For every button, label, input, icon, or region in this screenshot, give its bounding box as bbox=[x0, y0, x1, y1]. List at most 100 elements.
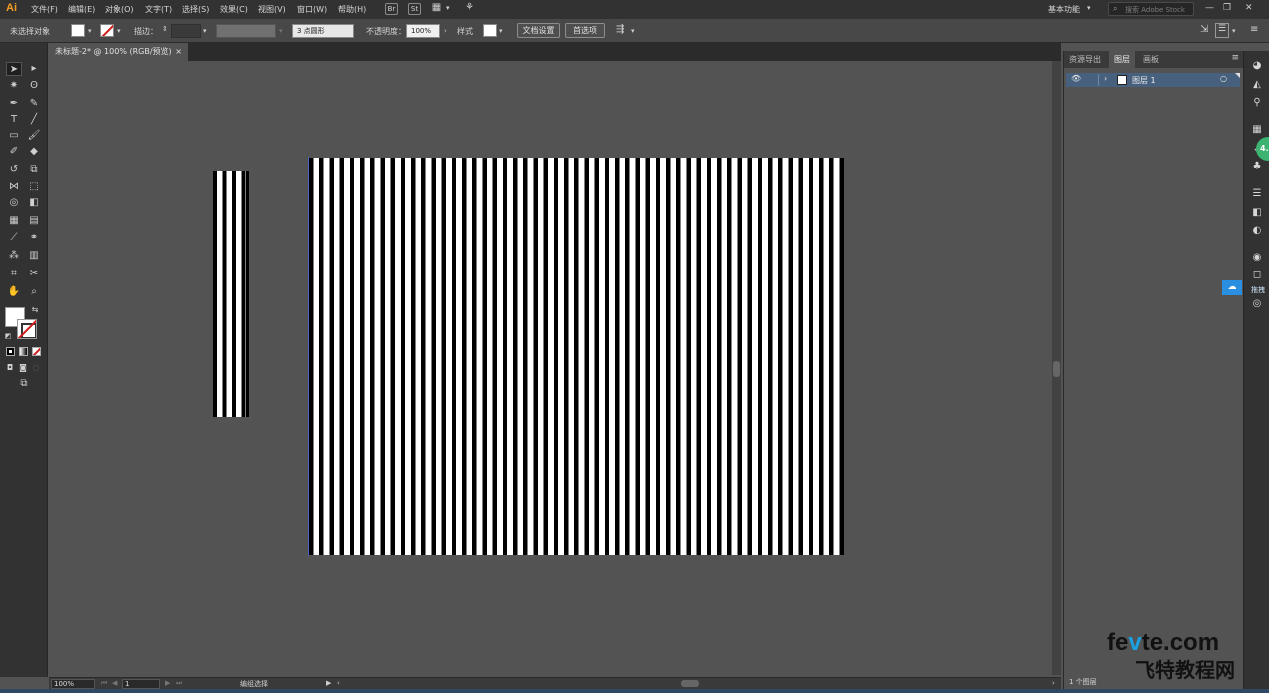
close-icon[interactable]: ✕ bbox=[1245, 3, 1253, 13]
slice-tool-icon[interactable]: ✂ bbox=[26, 267, 42, 281]
lasso-tool-icon[interactable]: ʘ bbox=[26, 79, 42, 93]
selection-tool-icon[interactable]: ➤ bbox=[6, 62, 22, 76]
menu-file[interactable]: 文件(F) bbox=[31, 4, 58, 15]
chevron-down-icon[interactable]: ▾ bbox=[203, 27, 207, 35]
transparency-icon[interactable]: ◐ bbox=[1251, 225, 1263, 237]
line-tool-icon[interactable]: ╱ bbox=[26, 113, 42, 127]
paintbrush-tool-icon[interactable]: 🖌 bbox=[26, 129, 42, 143]
scale-tool-icon[interactable]: ⧉ bbox=[26, 163, 42, 177]
cloud-drag-icon[interactable]: ☁ bbox=[1222, 280, 1242, 295]
stock-icon[interactable]: St bbox=[408, 3, 421, 15]
tab-layers[interactable]: 图层 bbox=[1109, 51, 1135, 68]
scroll-left-icon[interactable]: ‹ bbox=[337, 679, 340, 687]
menu-window[interactable]: 窗口(W) bbox=[297, 4, 327, 15]
menu-object[interactable]: 对象(O) bbox=[105, 4, 134, 15]
first-artboard-icon[interactable]: ⏮ bbox=[101, 679, 107, 688]
free-transform-tool-icon[interactable]: ⬚ bbox=[26, 180, 42, 194]
tab-artboards[interactable]: 画板 bbox=[1138, 51, 1164, 68]
minimize-icon[interactable]: — bbox=[1205, 3, 1214, 13]
arrange-documents-icon[interactable]: ▦ bbox=[430, 3, 443, 15]
last-artboard-icon[interactable]: ⏭ bbox=[176, 679, 182, 688]
default-colors-icon[interactable]: ◩ bbox=[3, 329, 13, 343]
hand-tool-icon[interactable]: ✋ bbox=[6, 285, 22, 299]
align-icon[interactable]: ⇶ bbox=[616, 24, 624, 35]
stroke-weight-field[interactable] bbox=[171, 24, 201, 38]
variable-width-profile[interactable] bbox=[216, 24, 276, 38]
next-artboard-icon[interactable]: ▶ bbox=[165, 679, 170, 687]
menu-view[interactable]: 视图(V) bbox=[258, 4, 286, 15]
graphic-styles-icon[interactable]: ◻ bbox=[1251, 269, 1263, 281]
color-mode-icon[interactable] bbox=[6, 347, 15, 356]
panel-menu-icon[interactable]: ≡ bbox=[1231, 53, 1239, 63]
chevron-down-icon[interactable]: ▾ bbox=[631, 27, 635, 35]
eraser-tool-icon[interactable]: ◆ bbox=[26, 145, 42, 159]
gradient-panel-icon[interactable]: ◧ bbox=[1251, 207, 1263, 219]
shape-builder-tool-icon[interactable]: ◎ bbox=[6, 196, 22, 210]
menu-select[interactable]: 选择(S) bbox=[182, 4, 209, 15]
bridge-icon[interactable]: Br bbox=[385, 3, 398, 15]
symbols-icon[interactable]: ♣ bbox=[1251, 161, 1263, 173]
scroll-right-icon[interactable]: › bbox=[1052, 679, 1055, 687]
symbol-sprayer-tool-icon[interactable]: ⁂ bbox=[6, 249, 22, 263]
gpu-performance-icon[interactable]: ⚘ bbox=[463, 3, 476, 15]
opacity-field[interactable]: 100% bbox=[406, 24, 440, 38]
rotate-tool-icon[interactable]: ↺ bbox=[6, 163, 22, 177]
collapse-panel-icon[interactable]: ⇲ bbox=[1200, 24, 1208, 35]
draw-behind-icon[interactable]: ◙ bbox=[17, 361, 29, 375]
zoom-tool-icon[interactable]: ⌕ bbox=[26, 285, 42, 299]
libraries-icon[interactable]: ◭ bbox=[1251, 79, 1263, 91]
menu-edit[interactable]: 编辑(E) bbox=[68, 4, 95, 15]
width-tool-icon[interactable]: ⋈ bbox=[6, 180, 22, 194]
tab-asset-export[interactable]: 资源导出 bbox=[1064, 51, 1106, 68]
close-tab-icon[interactable]: × bbox=[175, 43, 182, 61]
none-mode-icon[interactable] bbox=[32, 347, 41, 356]
draw-normal-icon[interactable]: ◘ bbox=[4, 361, 16, 375]
swap-colors-icon[interactable]: ⇆ bbox=[30, 303, 40, 317]
gradient-mode-icon[interactable] bbox=[19, 347, 28, 356]
chevron-right-icon[interactable]: › bbox=[444, 27, 447, 35]
chevron-down-icon[interactable]: ▾ bbox=[88, 27, 92, 35]
menu-effect[interactable]: 效果(C) bbox=[220, 4, 248, 15]
fill-swatch[interactable] bbox=[71, 24, 85, 37]
type-tool-icon[interactable]: T bbox=[6, 113, 22, 127]
visibility-eye-icon[interactable]: 👁 bbox=[1071, 74, 1081, 83]
document-tab[interactable]: 未标题-2* @ 100% (RGB/预览) × bbox=[49, 43, 188, 61]
chevron-down-icon[interactable]: ▾ bbox=[446, 4, 450, 12]
blend-tool-icon[interactable]: ⚭ bbox=[26, 231, 42, 245]
artboard-tool-icon[interactable]: ⌗ bbox=[6, 267, 22, 281]
swatches-icon[interactable]: ▦ bbox=[1251, 124, 1263, 136]
properties-icon[interactable]: ⚲ bbox=[1251, 97, 1263, 109]
color-guide-icon[interactable]: ◕ bbox=[1251, 60, 1263, 72]
menu-help[interactable]: 帮助(H) bbox=[338, 4, 366, 15]
chevron-down-icon[interactable]: ▾ bbox=[1087, 4, 1091, 12]
preferences-button[interactable]: 首选项 bbox=[565, 23, 605, 38]
canvas[interactable] bbox=[49, 61, 1052, 675]
horizontal-scroll-thumb[interactable] bbox=[681, 680, 699, 687]
maximize-icon[interactable]: ❐ bbox=[1223, 3, 1231, 13]
stepper-icon[interactable]: ⇕ bbox=[162, 25, 168, 33]
chevron-down-icon[interactable]: ▾ bbox=[279, 27, 283, 35]
creative-cloud-icon[interactable]: ◎ bbox=[1251, 298, 1263, 310]
stroke-color-box[interactable] bbox=[17, 319, 37, 339]
stroke-swatch[interactable] bbox=[100, 24, 114, 37]
layer-name[interactable]: 图层 1 bbox=[1132, 75, 1156, 86]
layer-target-icon[interactable]: ○ bbox=[1220, 74, 1227, 83]
brush-definition[interactable]: 3 点圆形 bbox=[292, 24, 354, 38]
rectangle-tool-icon[interactable]: ▭ bbox=[6, 129, 22, 143]
draw-inside-icon[interactable]: ◌ bbox=[30, 361, 42, 375]
artboard-field[interactable]: 1 bbox=[122, 679, 160, 689]
workspace-switcher[interactable]: 基本功能 bbox=[1048, 4, 1080, 15]
chevron-down-icon[interactable]: ▾ bbox=[499, 27, 503, 35]
vertical-scrollbar[interactable] bbox=[1052, 61, 1061, 675]
expand-layer-icon[interactable]: › bbox=[1104, 74, 1107, 83]
perspective-grid-tool-icon[interactable]: ◧ bbox=[26, 196, 42, 210]
menu-type[interactable]: 文字(T) bbox=[145, 4, 172, 15]
pen-tool-icon[interactable]: ✒ bbox=[6, 97, 22, 111]
document-setup-button[interactable]: 文档设置 bbox=[517, 23, 560, 38]
magic-wand-tool-icon[interactable]: ✷ bbox=[6, 79, 22, 93]
column-graph-tool-icon[interactable]: ▥ bbox=[26, 249, 42, 263]
status-menu-icon[interactable]: ▶ bbox=[326, 679, 331, 687]
curvature-tool-icon[interactable]: ✎ bbox=[26, 97, 42, 111]
arrange-icon[interactable]: ☰ bbox=[1215, 23, 1229, 38]
screen-mode-icon[interactable]: ⧉ bbox=[16, 377, 32, 391]
